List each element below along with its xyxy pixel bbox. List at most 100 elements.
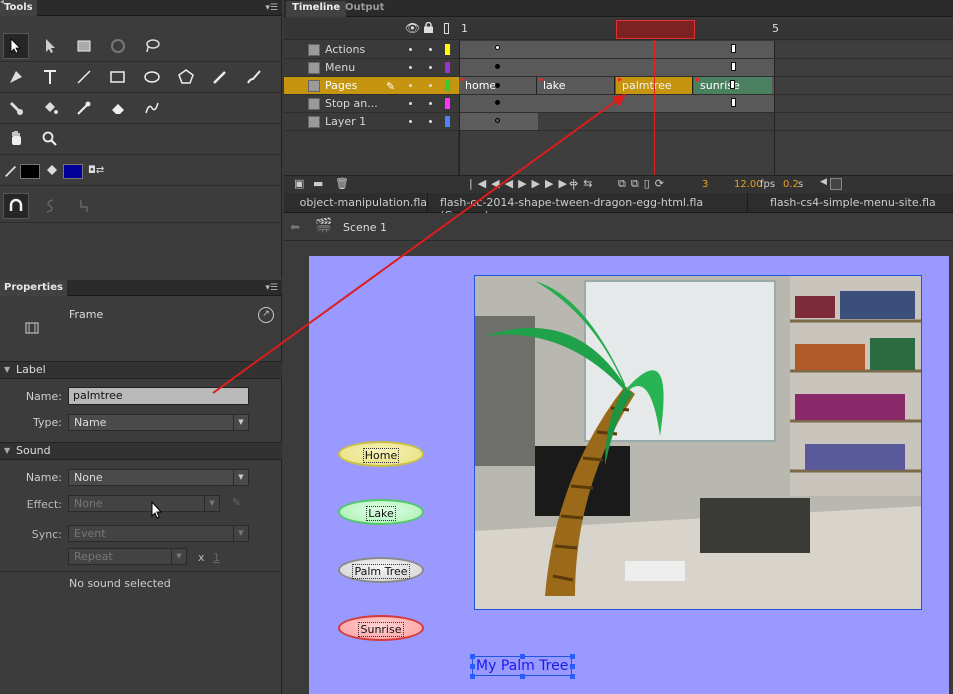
deco-tool-icon[interactable]: [139, 95, 165, 121]
visibility-dot[interactable]: [409, 102, 412, 105]
layer-color-chip[interactable]: [445, 116, 450, 127]
stroke-color-swatch[interactable]: [20, 164, 40, 179]
oval-tool-icon[interactable]: [139, 64, 165, 90]
layer-pages[interactable]: Pages ✎: [284, 77, 459, 95]
sunrise-button[interactable]: Sunrise: [338, 615, 424, 641]
loop-icons[interactable]: ⇔⇆: [569, 177, 597, 190]
selection-handle[interactable]: [520, 674, 525, 679]
tab-dragon-egg[interactable]: flash-cc-2014-shape-tween-dragon-egg-htm…: [429, 193, 748, 222]
lake-button[interactable]: Lake: [338, 499, 424, 525]
line-tool-icon[interactable]: [71, 64, 97, 90]
selection-handle[interactable]: [570, 654, 575, 659]
frames-layer1[interactable]: [459, 113, 953, 131]
title-text-field[interactable]: My Palm Tree: [472, 656, 572, 676]
sound-section-header[interactable]: ▼ Sound: [0, 442, 282, 460]
lock-dot[interactable]: [429, 120, 432, 123]
eraser-tool-icon[interactable]: [105, 95, 131, 121]
layer-1[interactable]: Layer 1: [284, 113, 459, 131]
edit-arrow-icon[interactable]: ↗: [258, 307, 274, 323]
eyedropper-tool-icon[interactable]: [71, 95, 97, 121]
pencil-tool-icon[interactable]: [207, 64, 233, 90]
layer-color-chip[interactable]: [445, 80, 450, 91]
lock-dot[interactable]: [429, 66, 432, 69]
label-section-header[interactable]: ▼ Label: [0, 361, 282, 379]
lock-dot[interactable]: [429, 48, 432, 51]
folder-icon[interactable]: ▬: [313, 177, 323, 190]
3d-rotation-tool-icon[interactable]: [105, 33, 131, 59]
time-value[interactable]: 0.2: [783, 179, 799, 190]
panel-menu-icon[interactable]: ▾☰: [265, 283, 278, 293]
eye-icon[interactable]: 👁: [405, 21, 420, 35]
selection-handle[interactable]: [570, 674, 575, 679]
repeat-count[interactable]: 1: [213, 551, 220, 564]
layer-color-chip[interactable]: [445, 62, 450, 73]
palm-tree-photo[interactable]: [474, 275, 922, 610]
straighten-icon[interactable]: [71, 193, 97, 219]
frames-menu[interactable]: [459, 59, 953, 77]
selection-handle[interactable]: [520, 654, 525, 659]
tab-timeline[interactable]: Timeline: [286, 1, 347, 17]
paint-bucket-tool-icon[interactable]: [37, 95, 63, 121]
playhead[interactable]: [616, 20, 695, 39]
bone-tool-icon[interactable]: [3, 95, 29, 121]
frames-actions[interactable]: [459, 41, 953, 59]
visibility-dot[interactable]: [409, 120, 412, 123]
tab-simple-menu-site[interactable]: flash-cs4-simple-menu-site.fla: [749, 193, 953, 213]
outline-icon[interactable]: [444, 23, 449, 34]
polystar-tool-icon[interactable]: [173, 64, 199, 90]
trash-icon[interactable]: 🗑: [335, 177, 349, 190]
smooth-icon[interactable]: [37, 193, 63, 219]
snap-magnet-icon[interactable]: [3, 193, 29, 219]
keyframe[interactable]: [495, 83, 500, 88]
scene-name[interactable]: Scene 1: [343, 221, 387, 234]
tab-output[interactable]: Output: [339, 1, 390, 17]
back-arrow-icon[interactable]: ⬅: [290, 220, 300, 234]
tab-object-manipulation[interactable]: object-manipulation.fla: [284, 193, 428, 213]
selection-handle[interactable]: [470, 664, 475, 669]
layer-color-chip[interactable]: [445, 98, 450, 109]
frame-label-sunrise[interactable]: ▸ sunrise: [694, 75, 772, 94]
new-layer-icon[interactable]: ▣: [294, 177, 304, 190]
repeat-select[interactable]: Repeat ▼: [68, 548, 187, 565]
end-frame[interactable]: [730, 80, 735, 89]
frame-label-home[interactable]: ▸ home: [459, 75, 537, 94]
frame-name-input[interactable]: palmtree: [68, 387, 249, 405]
layer-actions[interactable]: Actions: [284, 41, 459, 59]
sound-name-select[interactable]: None ▼: [68, 469, 249, 486]
fps-value[interactable]: 12.00: [734, 179, 763, 190]
keyframe[interactable]: [495, 100, 500, 105]
free-transform-tool-icon[interactable]: [71, 33, 97, 59]
subselection-tool-icon[interactable]: [37, 33, 63, 59]
end-frame[interactable]: [731, 62, 736, 71]
visibility-dot[interactable]: [409, 66, 412, 69]
keyframe-action[interactable]: [495, 45, 500, 50]
end-frame[interactable]: [731, 44, 736, 53]
layer-stop-actions[interactable]: Stop an...: [284, 95, 459, 113]
lasso-tool-icon[interactable]: [139, 33, 165, 59]
brush-tool-icon[interactable]: [241, 64, 267, 90]
sync-select[interactable]: Event ▼: [68, 525, 249, 542]
selection-tool-icon[interactable]: [3, 33, 29, 59]
layer-menu[interactable]: Menu: [284, 59, 459, 77]
frame-label-lake[interactable]: ▸ lake: [537, 75, 615, 94]
layer-color-chip[interactable]: [445, 44, 450, 55]
selection-handle[interactable]: [470, 674, 475, 679]
effect-select[interactable]: None ▼: [68, 495, 220, 512]
selection-handle[interactable]: [570, 664, 575, 669]
keyframe[interactable]: [495, 64, 500, 69]
edit-pencil-icon[interactable]: ✎: [232, 496, 241, 509]
playback-controls[interactable]: |◀◀◀▶▶▶▶|: [469, 177, 581, 190]
visibility-dot[interactable]: [409, 48, 412, 51]
frames-pages[interactable]: ▸ home ▸ lake ▸ palmtree ▸ sunrise: [459, 75, 953, 95]
keyframe[interactable]: [495, 118, 500, 123]
lock-dot[interactable]: [429, 102, 432, 105]
rectangle-tool-icon[interactable]: [105, 64, 131, 90]
scroll-left-icon[interactable]: ◀: [820, 177, 827, 187]
collapse-icon[interactable]: ◂: [0, 0, 4, 6]
lock-dot[interactable]: [429, 84, 432, 87]
pen-tool-icon[interactable]: [3, 64, 29, 90]
onion-skin-icons[interactable]: ⧉⧉▯⟳: [618, 177, 669, 191]
text-tool-icon[interactable]: [37, 64, 63, 90]
visibility-dot[interactable]: [409, 84, 412, 87]
current-frame[interactable]: 3: [702, 179, 708, 190]
